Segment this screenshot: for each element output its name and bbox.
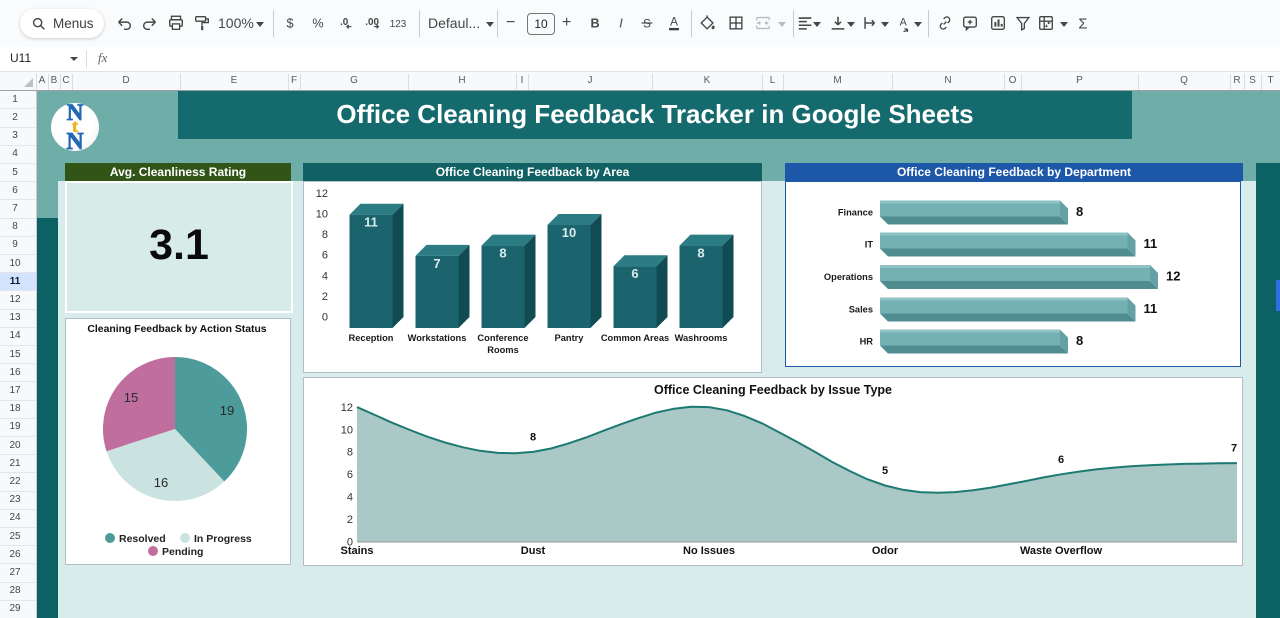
svg-text:19: 19 xyxy=(220,403,234,418)
svg-text:HR: HR xyxy=(860,337,874,347)
svg-text:11: 11 xyxy=(1144,236,1158,251)
svg-text:8: 8 xyxy=(322,229,328,241)
svg-text:IT: IT xyxy=(865,240,874,250)
svg-text:2: 2 xyxy=(322,291,328,303)
svg-text:Pantry: Pantry xyxy=(555,333,585,343)
svg-text:Waste Overflow: Waste Overflow xyxy=(1020,545,1103,557)
svg-text:8: 8 xyxy=(347,447,353,459)
svg-text:5: 5 xyxy=(882,465,888,477)
svg-text:Cleaning Feedback by Action St: Cleaning Feedback by Action Status xyxy=(87,324,266,335)
svg-text:0: 0 xyxy=(322,312,328,324)
svg-text:Office Cleaning Feedback by Is: Office Cleaning Feedback by Issue Type xyxy=(654,383,892,397)
svg-text:Rooms: Rooms xyxy=(487,345,519,355)
svg-text:4: 4 xyxy=(322,270,328,282)
svg-text:2: 2 xyxy=(347,514,353,526)
svg-text:Σ: Σ xyxy=(1078,16,1087,32)
svg-text:12: 12 xyxy=(1166,269,1180,284)
svg-text:Sales: Sales xyxy=(849,305,873,315)
svg-text:6: 6 xyxy=(347,469,353,481)
svg-text:11: 11 xyxy=(364,215,378,230)
svg-text:123: 123 xyxy=(390,19,407,30)
svg-text:4: 4 xyxy=(347,492,353,504)
svg-text:Workstations: Workstations xyxy=(408,333,467,343)
svg-text:Finance: Finance xyxy=(838,208,873,218)
svg-text:Operations: Operations xyxy=(824,272,873,282)
svg-text:Washrooms: Washrooms xyxy=(675,333,728,343)
svg-text:Conference: Conference xyxy=(477,333,528,343)
svg-text:12: 12 xyxy=(316,188,328,200)
svg-text:8: 8 xyxy=(1076,333,1083,348)
svg-text:8: 8 xyxy=(499,246,506,261)
svg-text:A: A xyxy=(670,16,678,29)
svg-text:$: $ xyxy=(286,17,293,31)
svg-text:No Issues: No Issues xyxy=(683,545,735,557)
svg-text:A: A xyxy=(900,17,908,29)
svg-text:Stains: Stains xyxy=(340,545,373,557)
svg-text:7: 7 xyxy=(1231,443,1237,455)
svg-text:8: 8 xyxy=(530,431,536,443)
svg-text:10: 10 xyxy=(562,225,576,240)
svg-text:6: 6 xyxy=(322,250,328,262)
svg-text:15: 15 xyxy=(124,390,138,405)
svg-text:%: % xyxy=(312,17,323,31)
svg-text:Odor: Odor xyxy=(872,545,899,557)
svg-text:10: 10 xyxy=(316,209,328,221)
svg-text:Dust: Dust xyxy=(521,545,546,557)
svg-text:16: 16 xyxy=(154,475,168,490)
svg-text:Pending: Pending xyxy=(162,546,203,557)
svg-text:6: 6 xyxy=(1058,454,1064,466)
svg-text:7: 7 xyxy=(433,256,440,271)
svg-text:Resolved: Resolved xyxy=(119,533,166,545)
svg-text:6: 6 xyxy=(631,266,638,281)
svg-text:B: B xyxy=(590,17,599,31)
svg-text:8: 8 xyxy=(697,246,704,261)
svg-text:10: 10 xyxy=(341,424,353,436)
svg-text:8: 8 xyxy=(1076,204,1083,219)
svg-text:11: 11 xyxy=(1144,301,1158,316)
svg-text:Common Areas: Common Areas xyxy=(601,333,669,343)
svg-text:S: S xyxy=(643,18,651,31)
svg-text:Reception: Reception xyxy=(349,333,394,343)
svg-text:12: 12 xyxy=(341,402,353,414)
svg-text:I: I xyxy=(619,17,623,31)
svg-text:In Progress: In Progress xyxy=(194,533,252,545)
